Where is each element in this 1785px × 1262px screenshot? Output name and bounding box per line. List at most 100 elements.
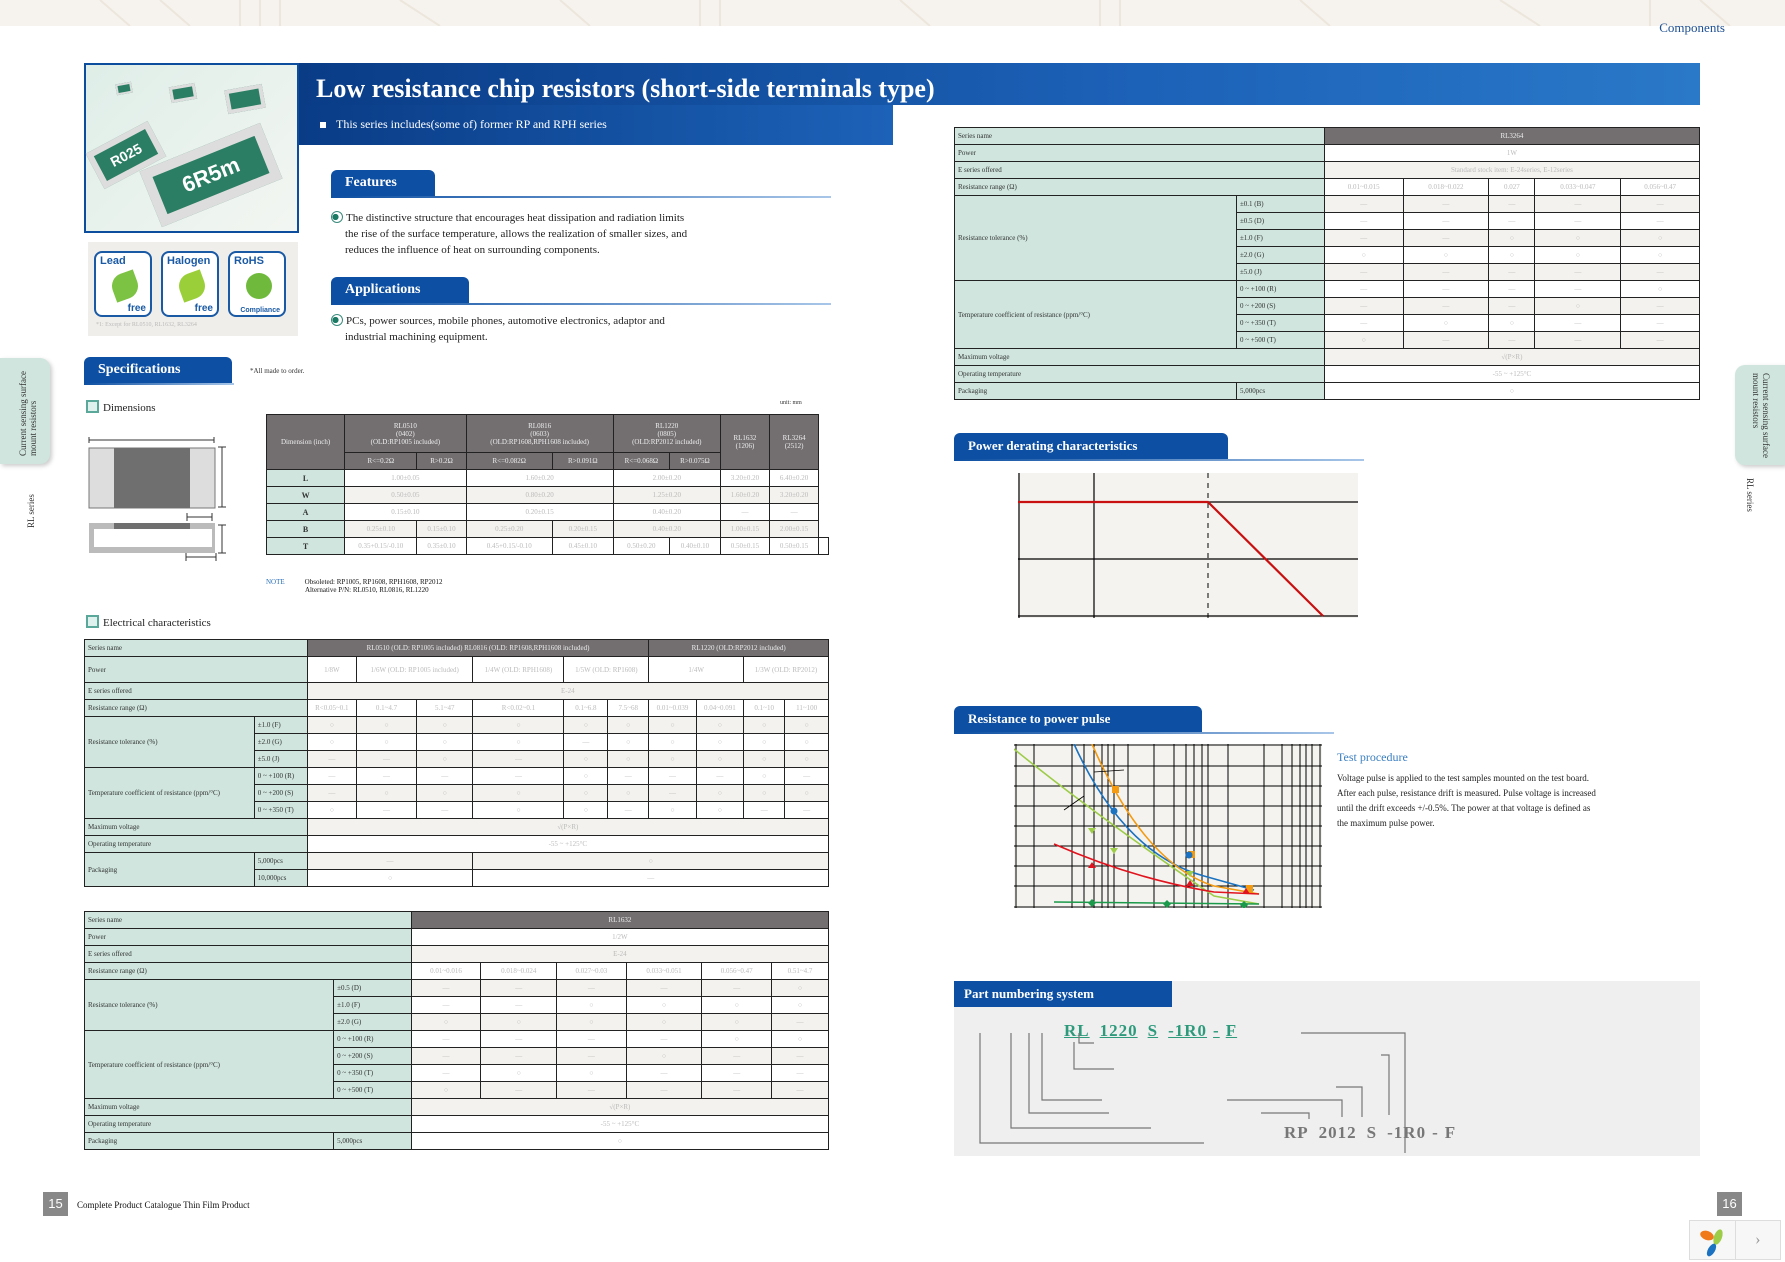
row-label: Series name <box>84 639 308 657</box>
table-cell: 0.50±0.20 <box>612 537 671 555</box>
table-cell: 0.027~0.03 <box>556 962 627 980</box>
row-label: Temperature coefficient of resistance (p… <box>954 280 1237 349</box>
table-cell: 0.027 <box>1488 178 1536 196</box>
row-label: Temperature coefficient of resistance (p… <box>84 767 255 819</box>
row-sublabel: ±1.0 (F) <box>333 996 412 1014</box>
table-cell: — <box>770 1064 830 1082</box>
table-cell: ○ <box>410 1013 482 1031</box>
row-sublabel: 5,000pcs <box>333 1132 412 1150</box>
table-cell: — <box>1620 263 1700 281</box>
app-logo-icon[interactable] <box>1690 1221 1736 1259</box>
table-cell: ○ <box>563 784 609 802</box>
table-cell: 0.40±0.10 <box>669 537 721 555</box>
note-line: Obsoleted: RP1005, RP1608, RPH1608, RP20… <box>304 578 443 586</box>
table-cell: — <box>701 1047 772 1065</box>
table-cell: — <box>1534 212 1622 230</box>
table-cell: ○ <box>356 716 418 734</box>
table-cell: 2.00±0.15 <box>769 520 820 538</box>
header-cell: RL1632 <box>410 911 830 929</box>
chip-medium <box>168 82 198 104</box>
table-cell: 0.033~0.047 <box>1534 178 1622 196</box>
row-label: W <box>265 486 346 504</box>
table-cell: ○ <box>472 733 565 751</box>
table-cell: 0.01~0.039 <box>648 699 697 717</box>
table-cell: ○ <box>701 996 772 1014</box>
row-label: Resistance tolerance (%) <box>84 716 255 768</box>
table-row: Packaging 5,000pcs ○ <box>954 382 1701 400</box>
table-cell: — <box>1323 212 1404 230</box>
table-cell: ○ <box>306 733 358 751</box>
table-row: B 0.25±0.10 0.15±0.10 0.25±0.20 0.20±0.15 0.4… <box>265 520 829 538</box>
table-cell: ○ <box>1488 246 1536 264</box>
table-cell: — <box>472 869 829 887</box>
row-sublabel: 0 ~ +200 (S) <box>333 1047 412 1065</box>
row-label: Maximum voltage <box>84 818 308 836</box>
table-cell: ○ <box>695 716 745 734</box>
row-label: Maximum voltage <box>84 1098 412 1116</box>
electrical-heading: Electrical characteristics <box>86 615 211 629</box>
table-cell: 1/4W <box>648 656 745 683</box>
table-cell: — <box>480 1081 558 1099</box>
table-cell: 1.60±0.20 <box>465 469 614 487</box>
table-cell: 0.018~0.022 <box>1402 178 1490 196</box>
table-cell: ○ <box>356 733 418 751</box>
header-cell: RL1220 (OLD:RP2012 included) <box>648 639 829 657</box>
table-cell: 1/2W <box>410 928 830 946</box>
table-cell: ○ <box>416 750 474 768</box>
table-cell: — <box>306 852 474 870</box>
row-sublabel: ±5.0 (J) <box>1235 263 1325 281</box>
row-label: Power <box>954 144 1325 162</box>
marker-circle <box>1185 851 1193 859</box>
header-cell: RL1632 (1206) <box>719 414 771 470</box>
table-cell: — <box>1488 280 1536 298</box>
table-cell: ○ <box>695 784 745 802</box>
table-cell: ○ <box>306 869 474 887</box>
badge-bottom: free <box>127 303 146 314</box>
part-numbering-section: Part numbering system RL 1220 S -1R0- F RP 20… <box>954 981 1700 1156</box>
row-label: Resistance tolerance (%) <box>83 979 335 1031</box>
table-row: Series name RL1632 <box>84 911 830 929</box>
side-tab-right[interactable]: Current sensing surface mount resistors <box>1735 365 1785 465</box>
bullet-icon <box>331 314 343 326</box>
next-page-button[interactable]: › <box>1736 1221 1781 1259</box>
table-row: Maximum voltage √(P×R) <box>954 348 1701 366</box>
table-row: Operating temperature -55 ~ +125°C <box>84 835 830 853</box>
table-cell: — <box>625 1030 703 1048</box>
badge-top: Halogen <box>167 255 211 267</box>
bullet-icon <box>331 211 343 223</box>
table-cell: — <box>1534 331 1622 349</box>
features-heading: Features <box>331 170 435 196</box>
table-cell: ○ <box>416 716 474 734</box>
table-cell: — <box>1620 195 1700 213</box>
row-sublabel: 0 ~ +100 (R) <box>333 1030 412 1048</box>
table-cell: — <box>556 1030 627 1048</box>
table-cell: Standard stock item: E-24series, E-12ser… <box>1323 161 1701 179</box>
row-sublabel: ±0.5 (D) <box>1235 212 1325 230</box>
table-row: E series offered E-24 <box>84 682 830 700</box>
leaf-icon <box>108 269 142 303</box>
row-label: T <box>265 537 346 555</box>
features-section: Features The distinctive structure that … <box>331 170 831 258</box>
table-row: E series offered Standard stock item: E-2… <box>954 161 1701 179</box>
header-cell: RL0510 (0402) (OLD:RP1005 included) <box>344 414 467 453</box>
table-cell: — <box>769 503 820 521</box>
header-cell: R>0.091Ω <box>551 452 614 470</box>
badge-bottom: Compliance <box>240 307 280 314</box>
table-cell: ○ <box>1402 246 1490 264</box>
table-cell: 7.5~68 <box>607 699 650 717</box>
table-cell: ○ <box>416 784 474 802</box>
table-cell: 0.1~10 <box>743 699 786 717</box>
table-cell: ○ <box>648 750 697 768</box>
header-cell: RL0816 (0603) (OLD:RP1608,RPH1608 includ… <box>465 414 614 453</box>
side-tab-category: Current sensing surface mount resistors <box>1751 373 1771 458</box>
side-tab-left[interactable]: Current sensing surface mount resistors <box>0 358 50 464</box>
table-cell: 0.25±0.10 <box>344 520 418 538</box>
table-cell: ○ <box>480 1013 558 1031</box>
table-cell: 0.01~0.016 <box>410 962 482 980</box>
table-cell: √(P×R) <box>1323 348 1701 366</box>
table-row: Temperature coefficient of resistance (p… <box>954 280 1700 349</box>
table-cell: ○ <box>743 784 786 802</box>
table-cell: — <box>625 1064 703 1082</box>
electrical-table-rl0510-rl1220: Series name RL0510 (OLD: RP1005 included)… <box>84 639 830 887</box>
table-cell: -55 ~ +125°C <box>1323 365 1701 383</box>
